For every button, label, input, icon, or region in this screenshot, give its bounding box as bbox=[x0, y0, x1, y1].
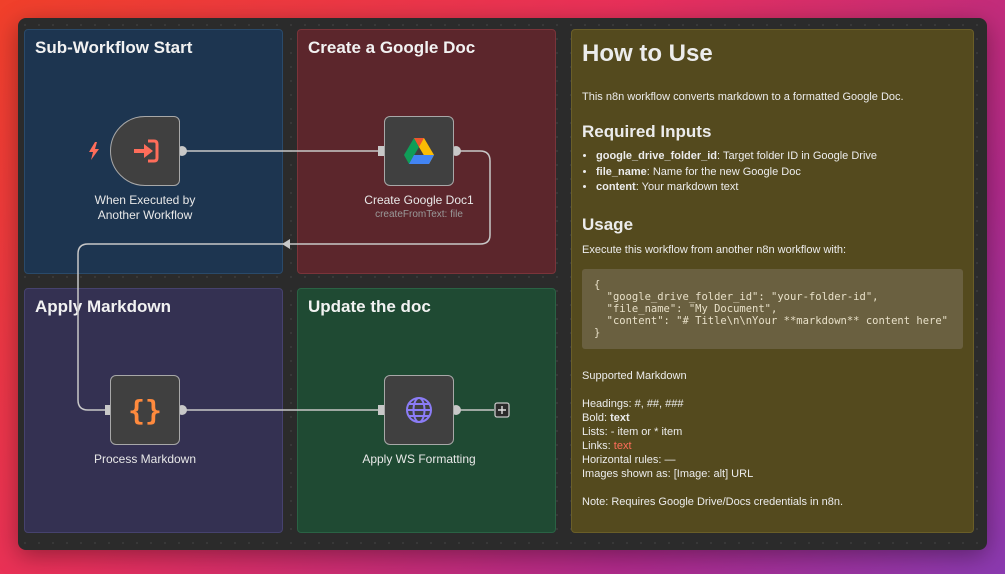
google-drive-icon bbox=[404, 138, 434, 164]
connections-layer bbox=[77, 146, 510, 418]
add-node-button[interactable] bbox=[494, 402, 510, 418]
node-label: Create Google Doc1 bbox=[364, 193, 474, 207]
node-create-google-doc[interactable] bbox=[384, 116, 454, 186]
node-label: Process Markdown bbox=[93, 452, 197, 466]
node-apply-ws-formatting[interactable] bbox=[384, 375, 454, 445]
node-sublabel: createFromText: file bbox=[375, 209, 463, 220]
node-process-markdown[interactable]: {} bbox=[110, 375, 180, 445]
connection-create-doc-to-process bbox=[77, 150, 491, 411]
node-when-executed[interactable] bbox=[110, 116, 180, 186]
node-label: Apply WS Formatting bbox=[362, 452, 476, 466]
code-braces-icon: {} bbox=[128, 393, 162, 427]
node-label: When Executed by Another Workflow bbox=[94, 193, 196, 222]
arrow-left-icon bbox=[282, 239, 290, 249]
bolt-icon bbox=[89, 142, 99, 160]
sign-in-icon bbox=[134, 139, 159, 163]
globe-icon bbox=[406, 397, 432, 423]
workflow-canvas[interactable]: Sub-Workflow Start Create a Google Doc A… bbox=[18, 18, 987, 550]
